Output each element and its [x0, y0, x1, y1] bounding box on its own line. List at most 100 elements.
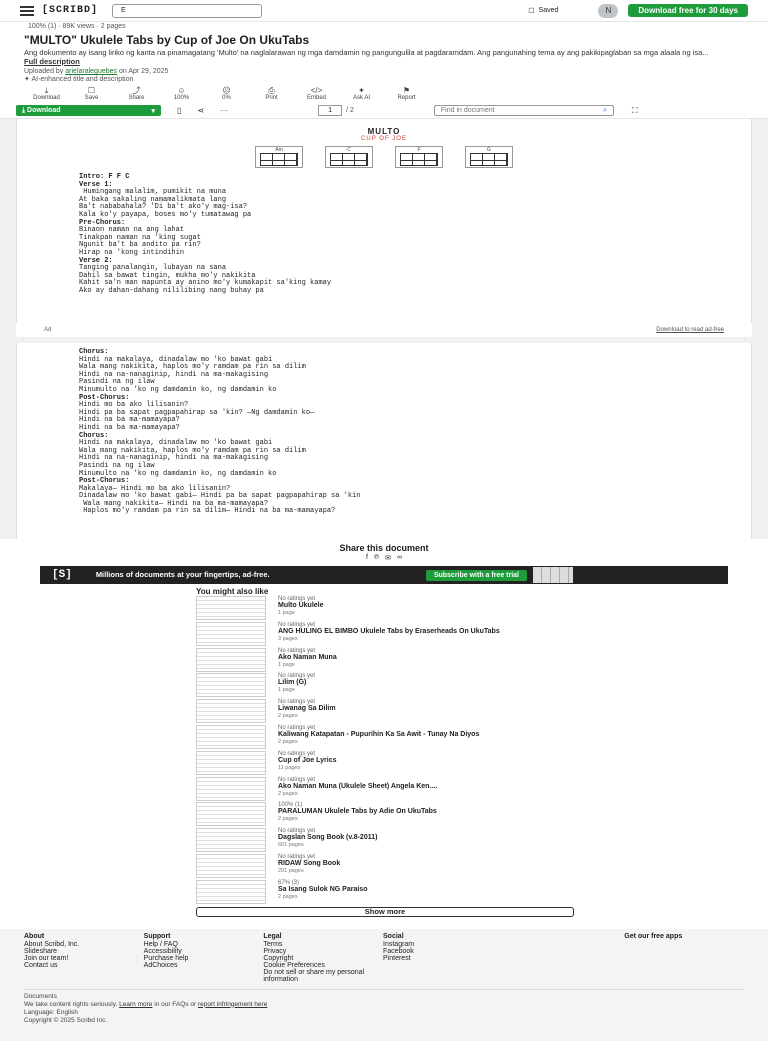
action-100-[interactable]: ☺ 100% — [159, 86, 204, 101]
action-report[interactable]: ⚑ Report — [384, 86, 429, 101]
action-ask-ai[interactable]: ✦ Ask AI — [339, 86, 384, 101]
related-document-title[interactable]: PARALUMAN Ukulele Tabs by Adie On UkuTab… — [278, 808, 437, 815]
related-document-title[interactable]: RIDAW Song Book — [278, 860, 340, 867]
page-number-input[interactable]: 1 — [318, 105, 343, 116]
chord-diagram: C — [325, 146, 373, 168]
related-document-item[interactable]: No ratings yet Dagslan Song Book (v.8-201… — [196, 828, 768, 854]
bookmark-icon[interactable]: ▯ — [177, 106, 181, 115]
related-document-item[interactable]: No ratings yet Liwanag Sa Dilim 2 pages — [196, 699, 768, 725]
related-document-item[interactable]: No ratings yet ANG HULING EL BIMBO Ukulel… — [196, 621, 768, 648]
search-input[interactable]: E — [112, 3, 263, 18]
footer-link[interactable]: Accessibility — [144, 948, 264, 955]
document-thumbnail[interactable] — [196, 647, 266, 672]
footer-link[interactable]: AdChoices — [144, 962, 264, 969]
document-thumbnail[interactable] — [196, 673, 266, 698]
document-thumbnail[interactable] — [196, 596, 266, 620]
footer-link[interactable]: Slideshare — [24, 948, 144, 955]
more-options-icon[interactable]: ··· — [220, 106, 228, 115]
menu-icon[interactable] — [20, 5, 34, 16]
related-document-item[interactable]: No ratings yet Multo Ukulele 1 page — [196, 596, 768, 622]
action-print[interactable]: ⎙ Print — [249, 86, 294, 101]
related-document-item[interactable]: No ratings yet RIDAW Song Book 201 pages — [196, 853, 768, 880]
download-button[interactable]: ⤓ Download ▾ — [16, 105, 161, 116]
document-thumbnail[interactable] — [196, 853, 266, 878]
report-infringement-link[interactable]: report infringement here — [198, 1001, 267, 1008]
pinterest-icon[interactable]: ℗ — [374, 554, 379, 562]
footer-link[interactable]: Pinterest — [383, 955, 624, 962]
related-document-title[interactable]: Ako Naman Muna — [278, 654, 337, 661]
action-embed[interactable]: </> Embed — [294, 86, 339, 101]
avatar[interactable]: N — [598, 3, 619, 18]
related-document-item[interactable]: 67% (3) Sa Isang Sulok NG Paraiso 2 pages — [196, 879, 768, 906]
document-thumbnail[interactable] — [196, 828, 266, 853]
action-save[interactable]: ☐ Save — [69, 86, 114, 101]
related-document-item[interactable]: No ratings yet Lilim (G) 1 page — [196, 673, 768, 699]
document-thumbnail[interactable] — [196, 724, 266, 749]
footer-link[interactable]: Instagram — [383, 941, 624, 948]
action-label: Ask AI — [352, 95, 370, 101]
related-document-item[interactable]: No ratings yet Ako Naman Muna 1 page — [196, 647, 768, 674]
footer-link[interactable]: Join our team! — [24, 955, 144, 962]
footer-link[interactable]: Privacy — [263, 948, 383, 955]
full-description-link[interactable]: Full description — [24, 57, 80, 66]
footer-link[interactable]: Copyright — [263, 955, 383, 962]
footer-link[interactable]: Contact us — [24, 962, 144, 969]
share-icon[interactable]: ⋖ — [197, 106, 204, 115]
documents-link[interactable]: Documents — [24, 993, 744, 1001]
fullscreen-icon[interactable]: ⛶ — [632, 106, 638, 116]
document-thumbnail[interactable] — [196, 621, 266, 646]
subscribe-button[interactable]: Subscribe with a free trial — [425, 569, 528, 581]
action-share[interactable]: ⤴ Share — [114, 86, 159, 101]
show-more-button[interactable]: Show more — [196, 906, 574, 917]
download-ad-free-link[interactable]: Download to read ad-free — [656, 327, 724, 333]
related-document-title[interactable]: Sa Isang Sulok NG Paraiso — [278, 886, 367, 893]
document-thumbnail[interactable] — [196, 879, 266, 904]
related-document-title[interactable]: Lilim (G) — [278, 679, 315, 686]
document-thumbnail[interactable] — [196, 750, 266, 775]
related-document-item[interactable]: No ratings yet Cup of Joe Lyrics 11 pages — [196, 750, 768, 777]
related-document-title[interactable]: Dagslan Song Book (v.8-2011) — [278, 834, 377, 841]
document-viewer[interactable]: MULTO CUP OF JOE Am C F G Intro: F F C Verse… — [0, 119, 768, 539]
learn-more-link[interactable]: Learn more — [119, 1001, 152, 1008]
chord-fretboard — [400, 153, 438, 166]
related-document-item[interactable]: 100% (1) PARALUMAN Ukulele Tabs by Adie O… — [196, 802, 768, 828]
footer-link[interactable]: Do not sell or share my personal informa… — [263, 969, 383, 983]
footer-link[interactable]: Cookie Preferences — [263, 962, 383, 969]
link-icon[interactable]: ∞ — [397, 554, 402, 562]
ask-ai-icon: ✦ — [358, 86, 365, 95]
document-thumbnail[interactable] — [196, 776, 266, 801]
uploader-link[interactable]: arielaraleguebes — [65, 68, 117, 75]
footer-link[interactable]: About Scribd, Inc. — [24, 941, 144, 948]
page-count: / 2 — [346, 107, 354, 114]
find-in-document-input[interactable]: Find in document ⌕ — [433, 105, 614, 116]
scribd-logo[interactable]: [SCRIBD] — [42, 5, 98, 16]
page-count: 11 pages — [278, 764, 301, 771]
document-thumbnail[interactable] — [196, 699, 266, 724]
banner-text: Millions of documents at your fingertips… — [95, 570, 270, 579]
related-document-title[interactable]: ANG HULING EL BIMBO Ukulele Tabs by Eras… — [278, 628, 500, 635]
footer-link[interactable]: Help / FAQ — [144, 941, 264, 948]
document-thumbnail[interactable] — [196, 802, 266, 827]
language-selector[interactable]: Language: English — [24, 1009, 744, 1017]
related-document-title[interactable]: Liwanag Sa Dilim — [278, 705, 336, 712]
related-document-item[interactable]: No ratings yet Kaliwang Katapatan - Pupur… — [196, 724, 768, 751]
related-document-title[interactable]: Multo Ukulele — [278, 602, 324, 609]
action-0-[interactable]: ☹ 0% — [204, 86, 249, 101]
related-document-item[interactable]: No ratings yet Ako Naman Muna (Ukulele Sh… — [196, 776, 768, 803]
footer-link[interactable]: Terms — [263, 941, 383, 948]
download-free-trial-button[interactable]: Download free for 30 days — [628, 4, 748, 17]
footer-link[interactable]: Facebook — [383, 948, 624, 955]
related-document-title[interactable]: Ako Naman Muna (Ukulele Sheet) Angela Ke… — [278, 783, 437, 790]
email-icon[interactable]: ✉ — [385, 554, 391, 562]
facebook-icon[interactable]: f — [366, 554, 368, 562]
action-download[interactable]: ⤓ Download — [24, 86, 69, 101]
saved-link[interactable]: Saved — [539, 7, 559, 14]
search-icon[interactable]: ⌕ — [603, 107, 607, 115]
footer-link[interactable]: Purchase help — [144, 955, 264, 962]
saved-icon[interactable]: ☐ — [528, 7, 534, 15]
related-document-title[interactable]: Cup of Joe Lyrics — [278, 757, 336, 764]
document-page-2: Chorus: Hindi na makalaya, dinadalaw mo '… — [16, 343, 752, 539]
related-document-title[interactable]: Kaliwang Katapatan - Pupurihin Ka Sa Awi… — [278, 731, 479, 738]
chevron-down-icon[interactable]: ▾ — [151, 107, 155, 115]
lyric-line: Kala ko'y payapa, boses mo'y tumatawag p… — [79, 210, 252, 219]
